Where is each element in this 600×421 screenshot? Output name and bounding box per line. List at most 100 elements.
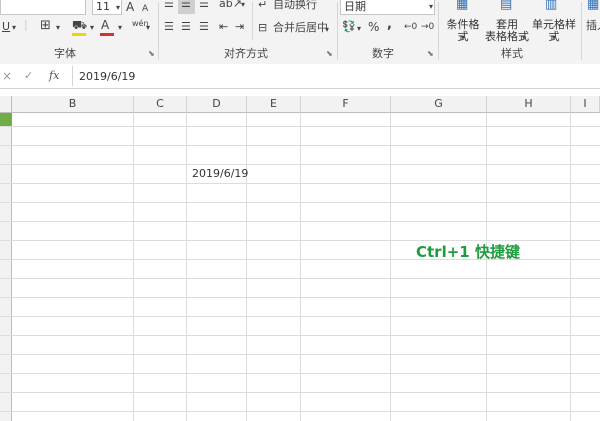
fill-dropdown-icon[interactable]: ▾ bbox=[90, 21, 94, 35]
grid-line bbox=[0, 164, 600, 165]
group-separator bbox=[581, 2, 582, 60]
font-color-icon[interactable]: A bbox=[101, 18, 109, 32]
comma-button[interactable]: , bbox=[387, 18, 392, 32]
fill-color-icon[interactable]: ⛟ bbox=[72, 18, 87, 32]
grid-line bbox=[0, 354, 600, 355]
font-size-dropdown-icon[interactable]: ▾ bbox=[116, 1, 120, 15]
conditional-format-dropdown-icon[interactable]: ▾ bbox=[461, 31, 465, 45]
grid-line bbox=[570, 113, 571, 421]
increase-decimal-icon[interactable]: ←0 bbox=[404, 20, 417, 34]
merge-center-button[interactable]: 合并后居中 bbox=[273, 21, 328, 35]
table-format-icon[interactable]: ▤ bbox=[500, 0, 512, 12]
divider: | bbox=[24, 18, 28, 31]
font-dialog-launcher-icon[interactable]: ⬊ bbox=[148, 49, 155, 58]
column-header-d[interactable]: D bbox=[187, 96, 247, 113]
group-separator bbox=[438, 2, 439, 60]
grid-line bbox=[0, 126, 600, 127]
group-label-styles: 样式 bbox=[501, 47, 523, 60]
grow-font-button[interactable]: A bbox=[126, 0, 134, 14]
grid-line bbox=[0, 411, 600, 412]
table-format-dropdown-icon[interactable]: ▾ bbox=[522, 31, 526, 45]
group-label-number: 数字 bbox=[372, 47, 394, 60]
merge-dropdown-icon[interactable]: ▾ bbox=[325, 23, 329, 37]
insert-function-icon[interactable]: fx bbox=[49, 69, 59, 82]
grid-line bbox=[186, 113, 187, 421]
font-name-box[interactable] bbox=[0, 0, 86, 15]
group-separator bbox=[252, 2, 253, 40]
increase-indent-icon[interactable]: ⇥ bbox=[235, 20, 244, 34]
underline-button[interactable]: U bbox=[2, 20, 10, 34]
cell-d4-date[interactable]: 2019/6/19 bbox=[192, 167, 248, 180]
merge-center-icon[interactable]: ⊟ bbox=[258, 21, 267, 35]
grid-line bbox=[0, 392, 600, 393]
percent-button[interactable]: % bbox=[368, 20, 379, 34]
selected-row-indicator[interactable] bbox=[0, 113, 12, 126]
column-header-b[interactable]: B bbox=[12, 96, 134, 113]
grid-line bbox=[0, 183, 600, 184]
grid-line bbox=[0, 373, 600, 374]
font-color-swatch bbox=[100, 33, 114, 36]
group-label-font: 字体 bbox=[54, 47, 76, 60]
number-format-box[interactable]: 日期 bbox=[340, 0, 435, 15]
orientation-dropdown-icon[interactable]: ▾ bbox=[241, 0, 245, 12]
font-size-value: 11 bbox=[96, 0, 110, 13]
conditional-format-icon[interactable]: ▦ bbox=[456, 0, 468, 12]
enter-icon[interactable]: ✓ bbox=[24, 69, 33, 82]
cell-styles-icon[interactable]: ▥ bbox=[545, 0, 557, 12]
grid-line bbox=[246, 113, 247, 421]
fill-color-swatch bbox=[72, 33, 86, 36]
alignment-dialog-launcher-icon[interactable]: ⬊ bbox=[326, 49, 333, 58]
column-header-h[interactable]: H bbox=[487, 96, 571, 113]
grid-line bbox=[0, 278, 600, 279]
grid-line bbox=[0, 221, 600, 222]
insert-icon[interactable]: ▦ bbox=[587, 0, 599, 12]
ribbon: 11 ▾ A A U ▾ | ⊞ ▾ ⛟ ▾ A ▾ wén ▾ 字体 ⬊ ☰ … bbox=[0, 0, 600, 65]
currency-icon[interactable]: 💱 bbox=[342, 20, 356, 34]
cancel-icon[interactable]: × bbox=[2, 69, 12, 83]
align-bottom-icon[interactable]: ☰ bbox=[199, 0, 209, 11]
align-top-icon[interactable]: ☰ bbox=[164, 0, 174, 11]
group-label-alignment: 对齐方式 bbox=[224, 47, 268, 60]
wrap-text-icon[interactable]: ↵ bbox=[258, 0, 267, 12]
column-header-e[interactable]: E bbox=[247, 96, 301, 113]
grid-line bbox=[0, 335, 600, 336]
shrink-font-button[interactable]: A bbox=[142, 2, 148, 16]
decrease-decimal-icon[interactable]: →0 bbox=[421, 20, 434, 34]
number-dialog-launcher-icon[interactable]: ⬊ bbox=[427, 49, 434, 58]
orientation-icon[interactable]: ab↗ bbox=[219, 0, 242, 11]
number-format-dropdown-icon[interactable]: ▾ bbox=[429, 0, 433, 14]
grid-line bbox=[0, 316, 600, 317]
font-color-dropdown-icon[interactable]: ▾ bbox=[118, 21, 122, 35]
underline-dropdown-icon[interactable]: ▾ bbox=[12, 21, 16, 35]
phonetic-dropdown-icon[interactable]: ▾ bbox=[146, 21, 150, 35]
align-right-icon[interactable]: ☰ bbox=[199, 20, 209, 34]
cell-styles-dropdown-icon[interactable]: ▾ bbox=[552, 31, 556, 45]
align-center-icon[interactable]: ☰ bbox=[181, 20, 191, 34]
select-all-corner[interactable] bbox=[0, 96, 12, 113]
group-separator bbox=[158, 2, 159, 60]
align-middle-icon[interactable]: ☰ bbox=[181, 0, 191, 11]
formula-bar: × ✓ fx 2019/6/19 bbox=[0, 64, 600, 89]
grid-line bbox=[0, 145, 600, 146]
column-header-g[interactable]: G bbox=[391, 96, 487, 113]
row-header-strip[interactable] bbox=[0, 113, 12, 421]
insert-button[interactable]: 插入 bbox=[586, 19, 600, 33]
column-header-c[interactable]: C bbox=[134, 96, 187, 113]
grid-line bbox=[133, 113, 134, 421]
border-dropdown-icon[interactable]: ▾ bbox=[56, 21, 60, 35]
decrease-indent-icon[interactable]: ⇤ bbox=[219, 20, 228, 34]
grid-line bbox=[0, 297, 600, 298]
formula-content: 2019/6/19 bbox=[79, 70, 136, 83]
column-header-i[interactable]: I bbox=[571, 96, 600, 113]
border-icon[interactable]: ⊞ bbox=[40, 19, 51, 33]
grid-line bbox=[300, 113, 301, 421]
column-header-f[interactable]: F bbox=[301, 96, 391, 113]
formula-input[interactable]: 2019/6/19 bbox=[72, 66, 600, 86]
wrap-text-button[interactable]: 自动换行 bbox=[273, 0, 317, 12]
number-format-value: 日期 bbox=[344, 0, 366, 13]
align-left-icon[interactable]: ☰ bbox=[164, 20, 174, 34]
grid-line bbox=[486, 113, 487, 421]
currency-dropdown-icon[interactable]: ▾ bbox=[357, 22, 361, 36]
grid-line bbox=[0, 202, 600, 203]
group-separator bbox=[337, 2, 338, 60]
